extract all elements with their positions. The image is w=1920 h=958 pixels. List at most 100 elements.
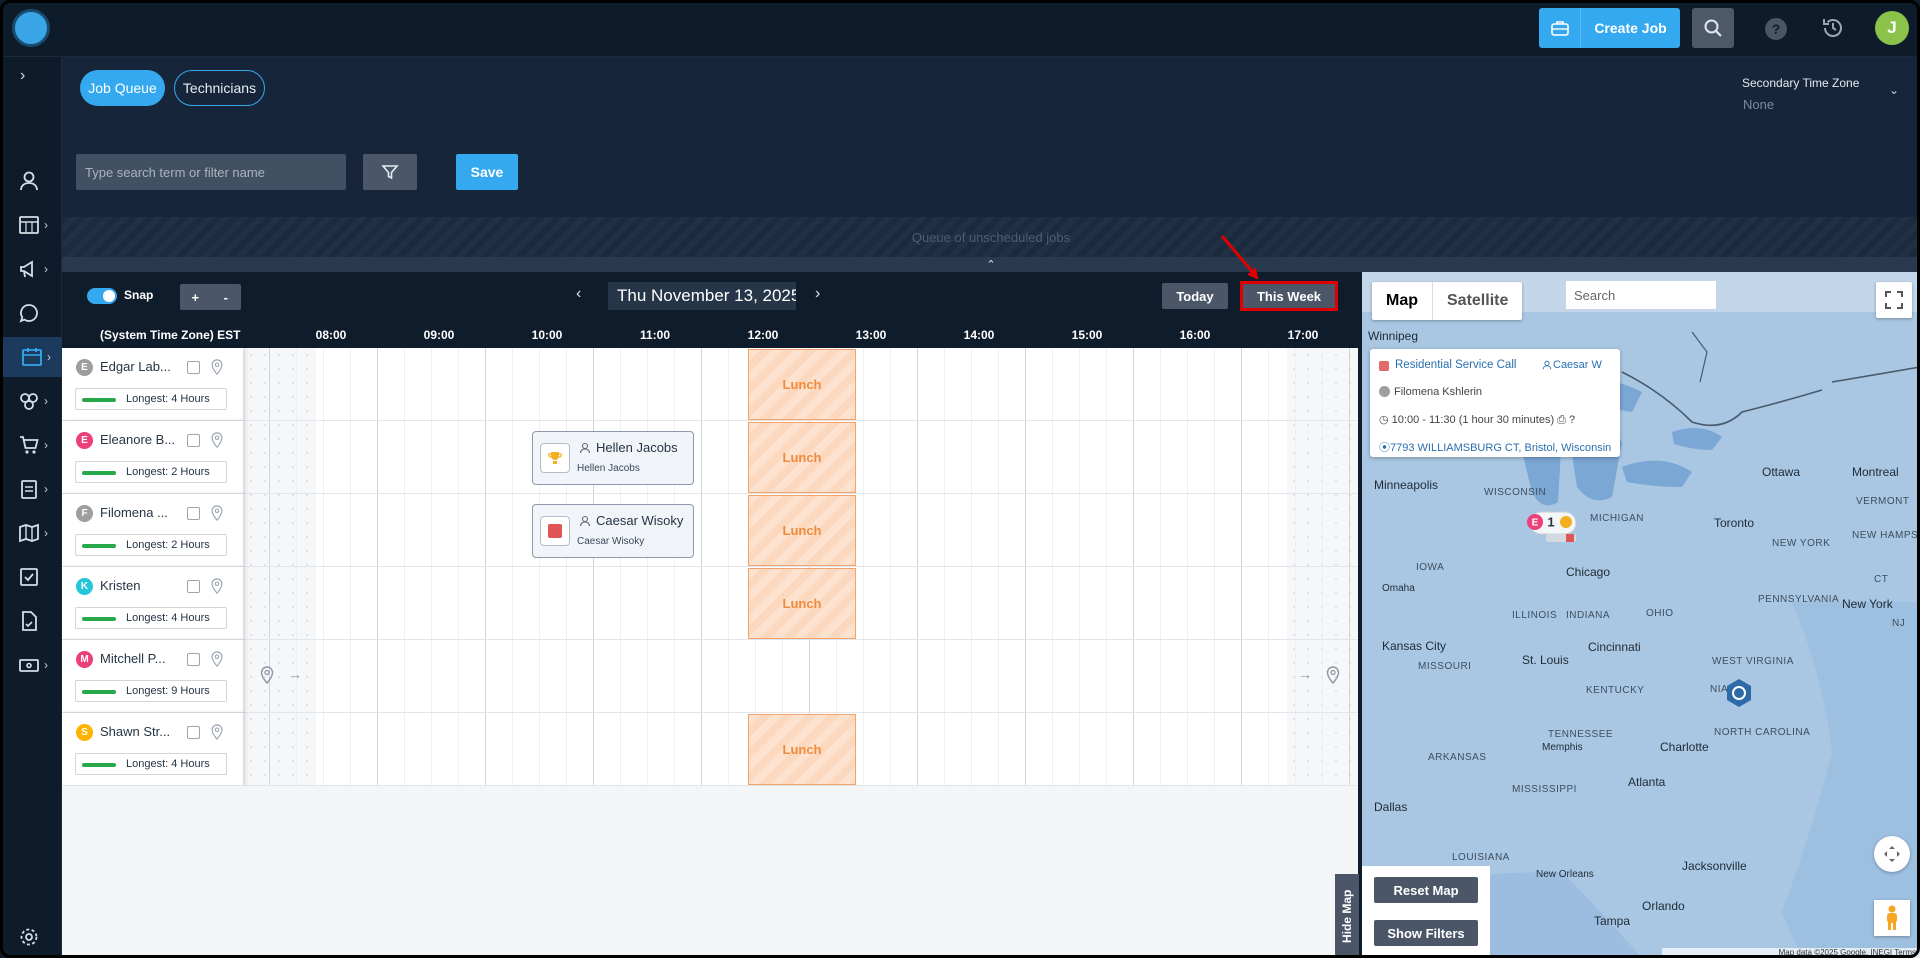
longest-availability: Longest: 4 Hours <box>75 607 227 629</box>
filter-button[interactable] <box>363 154 417 190</box>
tab-job-queue[interactable]: Job Queue <box>80 70 165 106</box>
job-card[interactable]: Hellen Jacobs Hellen Jacobs <box>532 431 694 485</box>
location-pin-icon[interactable] <box>210 651 224 667</box>
technician-checkbox[interactable] <box>187 726 200 739</box>
technician-checkbox[interactable] <box>187 361 200 374</box>
technician-checkbox[interactable] <box>187 434 200 447</box>
fullscreen-button[interactable] <box>1876 282 1912 318</box>
help-icon[interactable]: ? <box>1765 18 1787 40</box>
previous-day-button[interactable]: ‹ <box>576 285 581 303</box>
hour-label: 16:00 <box>1179 328 1211 342</box>
user-avatar[interactable]: J <box>1875 11 1909 45</box>
person-icon <box>1542 360 1552 370</box>
map-pan-control[interactable] <box>1874 836 1910 872</box>
create-job-button[interactable]: Create Job <box>1539 8 1680 48</box>
sidebar-item-messages[interactable] <box>0 293 62 333</box>
lunch-block[interactable]: Lunch <box>748 568 856 639</box>
tab-technicians[interactable]: Technicians <box>174 70 265 106</box>
queue-collapse-handle[interactable]: ⌃ <box>62 257 1920 272</box>
job-card[interactable]: Caesar Wisoky Caesar Wisoky <box>532 504 694 558</box>
snap-toggle[interactable] <box>87 288 117 304</box>
sidebar-item-tasks[interactable] <box>0 557 62 597</box>
popup-address[interactable]: ⦿7793 WILLIAMSBURG CT, Bristol, Wisconsi… <box>1379 439 1611 455</box>
location-pin-icon[interactable] <box>1326 666 1340 684</box>
hour-label: 08:00 <box>315 328 347 342</box>
sidebar-item-maps[interactable]: › <box>0 513 62 553</box>
sidebar-item-tickets[interactable]: › <box>0 645 62 685</box>
technician-card[interactable]: K Kristen Longest: 4 Hours <box>62 567 243 640</box>
sidebar-item-schedule-grid[interactable]: › <box>0 205 62 245</box>
chevron-down-icon[interactable]: ⌄ <box>1889 83 1899 97</box>
dispatch-header: Job Queue Technicians Secondary Time Zon… <box>62 57 1920 217</box>
hide-map-button[interactable]: Hide Map <box>1335 874 1359 958</box>
global-search-button[interactable] <box>1692 8 1734 48</box>
location-pin-icon[interactable] <box>260 666 274 684</box>
save-button[interactable]: Save <box>456 154 518 190</box>
technician-checkbox[interactable] <box>187 653 200 666</box>
zoom-in-button[interactable]: + <box>180 284 211 310</box>
technician-card[interactable]: S Shawn Str... Longest: 4 Hours <box>62 713 243 786</box>
sidebar-item-inventory[interactable]: › <box>0 469 62 509</box>
job-marker-cluster[interactable]: E 1 <box>1524 510 1580 544</box>
map-type-satellite-button[interactable]: Satellite <box>1432 282 1522 320</box>
sidebar-item-dispatch[interactable]: › <box>0 337 62 377</box>
technician-card[interactable]: E Edgar Lab... Longest: 4 Hours <box>62 348 243 421</box>
printer-icon: ⎙ <box>1554 414 1570 426</box>
sidebar-item-settings[interactable] <box>0 917 62 957</box>
technician-card[interactable]: F Filomena ... Longest: 2 Hours <box>62 494 243 567</box>
popup-technician-name: Filomena Kshlerin <box>1394 386 1483 398</box>
date-picker[interactable]: Thu November 13, 2025 <box>608 282 796 310</box>
lunch-block[interactable]: Lunch <box>748 349 856 420</box>
lunch-block[interactable]: Lunch <box>748 714 856 785</box>
map-type-map-button[interactable]: Map <box>1372 282 1432 320</box>
arrow-right-icon[interactable]: → <box>288 666 302 682</box>
popup-assignee[interactable]: Caesar W <box>1553 359 1602 371</box>
next-day-button[interactable]: › <box>815 285 820 303</box>
location-pin-icon[interactable] <box>210 578 224 594</box>
hour-label: 17:00 <box>1287 328 1319 342</box>
technician-checkbox[interactable] <box>187 580 200 593</box>
sidebar-item-integrations[interactable]: › <box>0 381 62 421</box>
reset-map-button[interactable]: Reset Map <box>1374 877 1478 903</box>
location-pin-icon[interactable] <box>210 505 224 521</box>
zoom-out-button[interactable]: - <box>211 284 242 310</box>
hour-label: 13:00 <box>855 328 887 342</box>
technician-card[interactable]: M Mitchell P... Longest: 9 Hours <box>62 640 243 713</box>
clock-icon: ◷ <box>1379 414 1392 426</box>
app-logo[interactable] <box>12 9 50 47</box>
map-view[interactable]: Map Satellite Winnipeg Minneapolis Ottaw… <box>1362 272 1920 958</box>
queue-label: Queue of unscheduled jobs <box>911 229 1071 245</box>
technician-avatar: K <box>76 578 93 595</box>
secondary-time-zone-select[interactable]: None <box>1743 97 1774 112</box>
arrow-right-icon[interactable]: → <box>1298 666 1312 682</box>
location-pin-icon[interactable] <box>210 432 224 448</box>
technician-checkbox[interactable] <box>187 507 200 520</box>
schedule-grid[interactable]: Lunch Lunch Lunch Lunch Lunch Hellen Jac… <box>62 348 1431 786</box>
left-sidebar: › › › › › › › › › <box>0 57 62 958</box>
sidebar-expand-icon[interactable]: › <box>20 67 40 87</box>
job-title: Hellen Jacobs <box>596 440 678 455</box>
map-book-icon <box>19 523 39 543</box>
history-icon[interactable] <box>1820 15 1846 41</box>
hour-label: 14:00 <box>963 328 995 342</box>
map-city-label: Chicago <box>1566 565 1611 579</box>
popup-job-title[interactable]: Residential Service Call <box>1395 359 1516 371</box>
search-input[interactable] <box>76 154 346 190</box>
show-filters-button[interactable]: Show Filters <box>1374 920 1478 946</box>
lunch-block[interactable]: Lunch <box>748 495 856 566</box>
location-pin-icon[interactable] <box>210 359 224 375</box>
sidebar-item-customers[interactable] <box>0 161 62 201</box>
unscheduled-queue[interactable]: Queue of unscheduled jobs <box>62 217 1920 257</box>
lunch-block[interactable]: Lunch <box>748 422 856 493</box>
technician-card[interactable]: E Eleanore B... Longest: 2 Hours <box>62 421 243 494</box>
map-location-marker-icon[interactable] <box>1724 678 1754 708</box>
job-info-popup[interactable]: Residential Service Call Caesar W Filome… <box>1370 349 1620 457</box>
map-search-input[interactable] <box>1566 281 1716 309</box>
pegman-icon <box>1887 905 1897 930</box>
sidebar-item-marketing[interactable]: › <box>0 249 62 289</box>
street-view-pegman[interactable] <box>1874 900 1910 936</box>
chevron-right-icon: › <box>44 394 48 408</box>
sidebar-item-sales[interactable]: › <box>0 425 62 465</box>
location-pin-icon[interactable] <box>210 724 224 740</box>
sidebar-item-reports[interactable] <box>0 601 62 641</box>
